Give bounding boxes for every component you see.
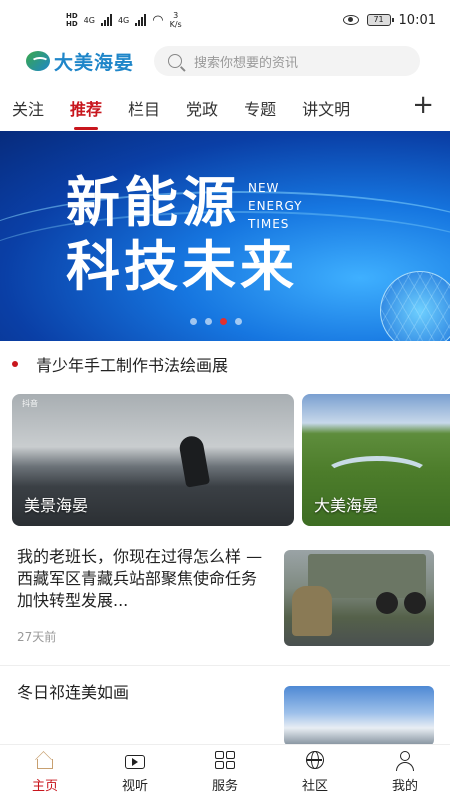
tab-follow[interactable]: 关注 <box>12 96 44 120</box>
grid-icon <box>215 751 235 769</box>
nav-label: 服务 <box>211 779 238 794</box>
news-thumbnail <box>284 550 434 646</box>
bullet-dot-icon <box>12 361 18 367</box>
wheel-image <box>376 592 398 614</box>
search-placeholder: 搜索你想要的资讯 <box>194 55 299 71</box>
status-left: HD HD 4G 4G ◠ 3 K/s <box>66 11 182 29</box>
tab-party[interactable]: 党政 <box>186 96 218 120</box>
signal-2-icon <box>135 14 147 26</box>
sig2-label: 4G <box>117 15 130 25</box>
nav-label: 我的 <box>391 779 418 794</box>
news-item[interactable]: 我的老班长，你现在过得怎么样 —西藏军区青藏兵站部聚焦使命任务加快转型发展...… <box>0 540 450 666</box>
banner-sub-line1: NEW <box>248 181 280 195</box>
network-bottom: HD <box>66 20 78 28</box>
nav-community[interactable]: 社区 <box>270 745 360 800</box>
video-card[interactable]: 大美海晏 <box>302 394 450 526</box>
globe-icon <box>306 751 324 769</box>
tab-civility[interactable]: 讲文明 <box>302 96 350 120</box>
nav-profile[interactable]: 我的 <box>360 745 450 800</box>
bottom-navigation: 主页 视听 服务 社区 我的 <box>0 744 450 800</box>
nav-media[interactable]: 视听 <box>90 745 180 800</box>
douyin-tag: 抖音 <box>22 399 38 408</box>
news-title: 冬日祁连美如画 <box>17 683 130 702</box>
network-indicator: HD HD <box>66 12 78 28</box>
category-tabs: 关注 推荐 栏目 党政 专题 讲文明 + <box>0 90 450 130</box>
headline-item[interactable]: 青少年手工制作书法绘画展 <box>12 352 228 376</box>
tab-recommend[interactable]: 推荐 <box>70 96 102 130</box>
eye-icon <box>342 15 359 25</box>
banner-sub-line3: TIMES <box>248 217 290 231</box>
app-logo[interactable]: 大美海晏 <box>26 48 134 75</box>
status-bar: HD HD 4G 4G ◠ 3 K/s 71 10:01 <box>0 0 450 40</box>
speed-value: 3 <box>173 11 179 20</box>
nav-label: 视听 <box>121 779 148 794</box>
video-card-label: 美景海晏 <box>24 496 89 515</box>
video-card-label: 大美海晏 <box>314 496 379 515</box>
user-icon <box>395 751 415 771</box>
banner-carousel[interactable]: 新能源 科技未来 NEW ENERGY TIMES <box>0 131 450 341</box>
logo-mark-icon <box>26 51 50 71</box>
news-thumbnail <box>284 686 434 746</box>
net-speed: 3 K/s <box>170 11 182 29</box>
nav-label: 社区 <box>301 779 328 794</box>
banner-subtitle: NEW ENERGY TIMES <box>248 179 303 233</box>
news-title: 我的老班长，你现在过得怎么样 —西藏军区青藏兵站部聚焦使命任务加快转型发展... <box>17 547 263 610</box>
logo-text: 大美海晏 <box>54 51 135 74</box>
battery-icon: 71 <box>366 14 394 26</box>
video-card-row: 抖音 美景海晏 大美海晏 <box>12 394 450 526</box>
carousel-dot[interactable] <box>190 318 197 325</box>
network-top: HD <box>66 12 78 20</box>
search-bar[interactable]: 搜索你想要的资讯 <box>154 46 421 76</box>
tab-topics[interactable]: 专题 <box>244 96 276 120</box>
banner-sub-line2: ENERGY <box>248 199 303 213</box>
carousel-dots <box>190 318 242 325</box>
nav-home[interactable]: 主页 <box>0 745 90 800</box>
banner-title-line2: 科技未来 <box>66 235 298 298</box>
home-icon <box>37 758 53 769</box>
carousel-dot[interactable] <box>235 318 242 325</box>
wifi-icon: ◠ <box>152 12 164 28</box>
speed-unit: K/s <box>169 20 182 29</box>
app-header: 大美海晏 搜索你想要的资讯 <box>0 42 450 80</box>
soldier-image <box>292 586 332 636</box>
clock: 10:01 <box>398 12 436 28</box>
headline-text: 青少年手工制作书法绘画展 <box>36 356 229 375</box>
tab-columns[interactable]: 栏目 <box>128 96 160 120</box>
video-icon <box>125 755 145 769</box>
battery-level: 71 <box>373 15 384 24</box>
add-tab-button[interactable]: + <box>412 92 434 118</box>
news-item[interactable]: 冬日祁连美如画 <box>0 676 450 746</box>
sig1-label: 4G <box>83 15 95 25</box>
wheel-image <box>404 592 426 614</box>
carousel-dot-active[interactable] <box>220 318 227 325</box>
card-river-image <box>322 456 432 496</box>
status-right: 71 10:01 <box>342 12 436 28</box>
signal-1-icon <box>100 14 112 26</box>
nav-services[interactable]: 服务 <box>180 745 270 800</box>
nav-label: 主页 <box>31 778 58 794</box>
video-card[interactable]: 抖音 美景海晏 <box>12 394 294 526</box>
carousel-dot[interactable] <box>205 318 212 325</box>
search-icon <box>168 54 183 68</box>
news-time: 27天前 <box>17 630 57 644</box>
card-figure-image <box>177 434 211 488</box>
